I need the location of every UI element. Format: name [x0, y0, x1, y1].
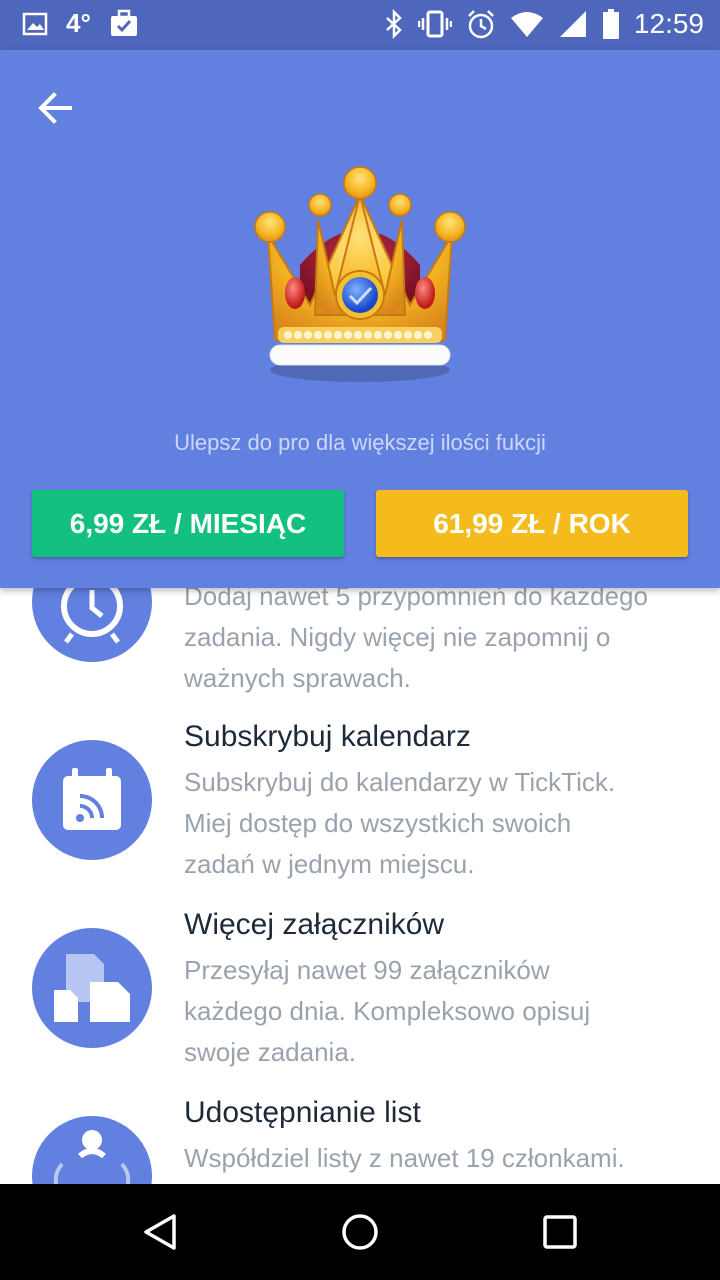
feature-description: Współdziel listy z nawet 19 członkami.: [184, 1143, 625, 1173]
clock-text: 12:59: [633, 8, 704, 39]
feature-icon-circle: [32, 1116, 152, 1184]
yearly-plan-button[interactable]: 61,99 ZŁ / ROK: [376, 490, 688, 557]
signal-icon: [559, 11, 586, 37]
monthly-plan-button[interactable]: 6,99 ZŁ / MIESIĄC: [32, 490, 344, 557]
share-lists-icon: [53, 1130, 131, 1184]
alarm-icon: [468, 10, 494, 39]
feature-title: Subskrybuj kalendarz: [184, 720, 471, 753]
wifi-icon: [510, 12, 543, 37]
feature-description: Dodaj nawet 5 przypomnień do każdego zad…: [184, 588, 648, 693]
feature-description: Subskrybuj do kalendarzy w TickTick. Mie…: [184, 767, 616, 879]
feature-icon-circle: [32, 740, 152, 860]
temperature-text: 4°: [66, 8, 91, 38]
navigation-bar: [0, 1184, 720, 1280]
nav-recents-icon[interactable]: [536, 1208, 584, 1256]
bluetooth-icon: [386, 9, 402, 39]
crown-icon: [254, 166, 466, 382]
features-list[interactable]: Dodaj nawet 5 przypomnień do każdego zad…: [0, 588, 720, 1184]
feature-icon-circle: [32, 928, 152, 1048]
vibrate-icon: [417, 10, 452, 38]
nav-home-icon[interactable]: [336, 1208, 384, 1256]
feature-title: Więcej załączników: [184, 908, 445, 941]
battery-icon: [602, 9, 619, 39]
feature-title: Udostępnianie list: [184, 1096, 421, 1129]
feature-icon-circle: [32, 588, 152, 662]
back-arrow-icon[interactable]: [34, 86, 78, 130]
feature-description: Przesyłaj nawet 99 załączników każdego d…: [184, 955, 591, 1067]
alarm-clock-icon: [61, 588, 123, 644]
upgrade-header: Ulepsz do pro dla większej ilości fukcji…: [0, 50, 720, 588]
upgrade-tagline: Ulepsz do pro dla większej ilości fukcji: [174, 430, 546, 455]
image-icon: [22, 12, 48, 35]
calendar-subscribe-icon: [63, 768, 121, 830]
nav-back-icon[interactable]: [136, 1208, 184, 1256]
attachments-icon: [54, 954, 130, 1022]
briefcase-check-icon: [110, 9, 137, 36]
status-bar: 4° 12:59: [0, 0, 720, 50]
